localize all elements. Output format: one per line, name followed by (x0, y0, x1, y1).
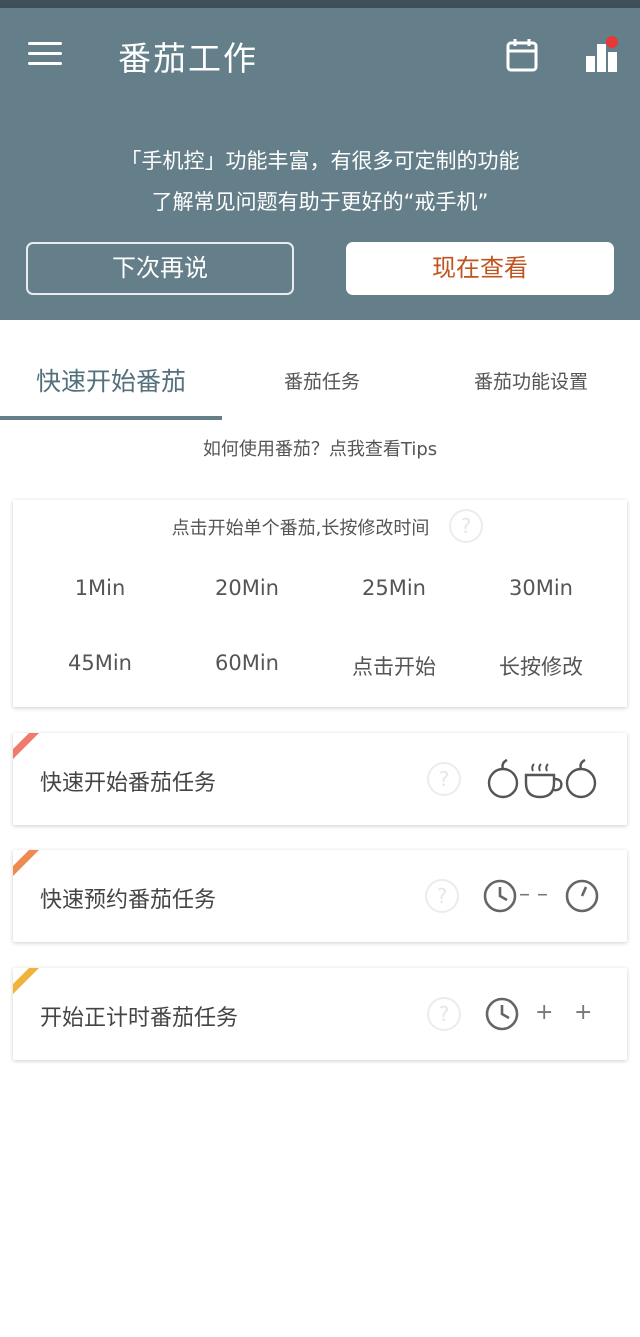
active-tab-indicator (0, 416, 222, 420)
clock-icon (565, 879, 599, 913)
preset-45min[interactable]: 45Min (30, 651, 170, 675)
banner-text-line-2: 了解常见问题有助于更好的“戒手机” (151, 190, 489, 214)
tab-tomato-tasks[interactable]: 番茄任务 (222, 320, 422, 420)
corner-ribbon-icon (13, 850, 39, 876)
app-title: 番茄工作 (118, 39, 258, 78)
stats-icon[interactable] (584, 36, 620, 74)
tab-tomato-settings[interactable]: 番茄功能设置 (422, 320, 640, 420)
corner-ribbon-icon (13, 968, 39, 994)
task-card-quick-start[interactable]: 快速开始番茄任务 ? (13, 733, 627, 825)
status-bar-strip (0, 0, 640, 8)
task-label: 快速预约番茄任务 (40, 888, 217, 913)
tab-quick-start[interactable]: 快速开始番茄 (0, 320, 222, 420)
help-icon[interactable]: ? (427, 762, 461, 796)
task-card-count-up[interactable]: 开始正计时番茄任务 ? + + (13, 968, 627, 1060)
preset-30min[interactable]: 30Min (471, 576, 611, 600)
corner-ribbon-icon (13, 733, 39, 759)
help-icon[interactable]: ? (427, 997, 461, 1031)
plus-symbol: + (574, 1000, 593, 1025)
later-button[interactable]: 下次再说 (26, 242, 294, 295)
plus-symbol: + (535, 1000, 554, 1025)
preset-20min[interactable]: 20Min (177, 576, 317, 600)
menu-icon[interactable] (28, 42, 62, 68)
tips-link[interactable]: 如何使用番茄？点我查看Tips (0, 435, 640, 461)
preset-1min[interactable]: 1Min (30, 576, 170, 600)
preset-60min[interactable]: 60Min (177, 651, 317, 675)
help-icon[interactable]: ? (449, 509, 483, 543)
task-label: 开始正计时番茄任务 (40, 1006, 239, 1031)
task-label: 快速开始番茄任务 (40, 771, 217, 796)
quick-start-title: 点击开始单个番茄,长按修改时间 (171, 518, 430, 539)
banner-text-line-1: 「手机控」功能丰富，有很多可定制的功能 (120, 149, 520, 173)
view-now-button[interactable]: 现在查看 (346, 242, 614, 295)
quick-start-card: 点击开始单个番茄,长按修改时间 ? 1Min 20Min 25Min 30Min… (13, 500, 627, 707)
tomato-cup-tomato-icon (487, 758, 597, 799)
preset-25min[interactable]: 25Min (324, 576, 464, 600)
notification-badge (606, 36, 618, 48)
clock-icon (485, 997, 519, 1031)
app-bar: 番茄工作 (0, 8, 640, 100)
dash-separator: – – (519, 882, 548, 907)
help-icon[interactable]: ? (425, 879, 459, 913)
tab-bar: 快速开始番茄 番茄任务 番茄功能设置 (0, 320, 640, 422)
calendar-icon[interactable] (506, 38, 538, 72)
clock-icon (483, 879, 517, 913)
preset-long-press-edit[interactable]: 长按修改 (471, 651, 611, 681)
task-card-schedule[interactable]: 快速预约番茄任务 ? – – (13, 850, 627, 942)
preset-tap-start[interactable]: 点击开始 (324, 651, 464, 681)
